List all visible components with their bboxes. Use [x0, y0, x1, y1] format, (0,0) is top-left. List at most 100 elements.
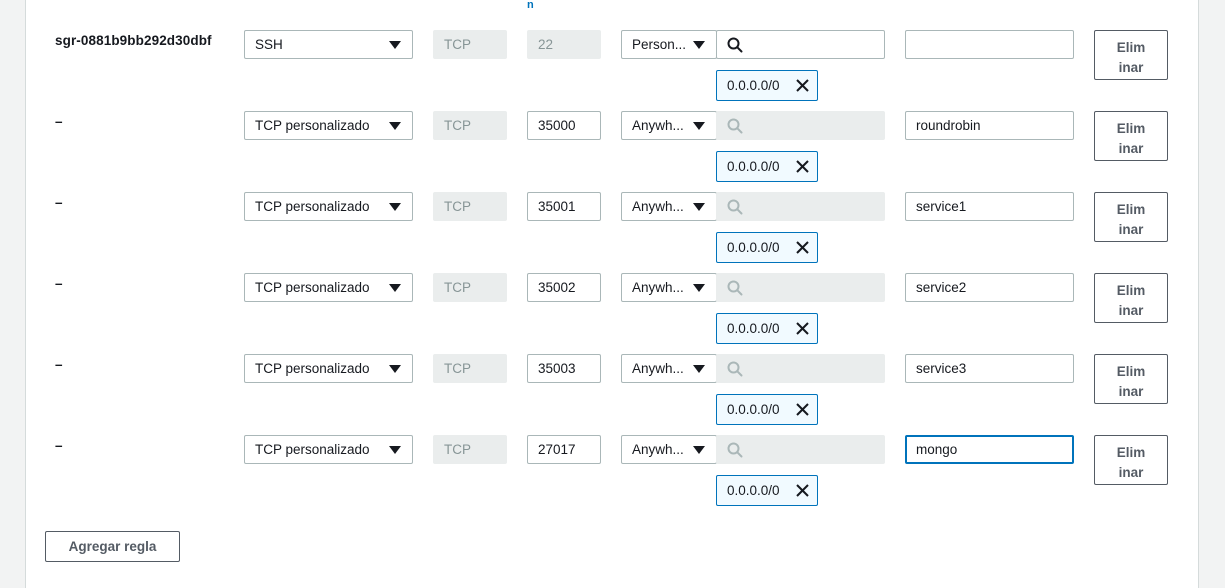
delete-label-line1: Elim	[1116, 445, 1146, 460]
rule-row: – TCP personalizado TCP 35001 Anywh... 0…	[0, 192, 1225, 273]
protocol-field: TCP	[433, 192, 507, 221]
search-icon	[727, 442, 743, 458]
caret-down-icon	[693, 365, 705, 373]
delete-label-line2: inar	[1118, 60, 1144, 75]
port-range-input[interactable]: 35003	[527, 354, 601, 383]
delete-label-line1: Elim	[1116, 121, 1146, 136]
rule-type-value: TCP personalizado	[255, 118, 370, 133]
source-cidr-search-input	[716, 192, 885, 221]
rule-type-select[interactable]: SSH	[244, 30, 413, 59]
caret-down-icon	[389, 446, 401, 454]
source-type-select[interactable]: Anywh...	[621, 111, 717, 140]
rule-row: – TCP personalizado TCP 35000 Anywh... 0…	[0, 111, 1225, 192]
cidr-token: 0.0.0.0/0	[716, 313, 818, 344]
caret-down-icon	[693, 41, 705, 49]
source-type-select[interactable]: Anywh...	[621, 435, 717, 464]
caret-down-icon	[693, 284, 705, 292]
search-icon	[727, 118, 743, 134]
rule-type-value: TCP personalizado	[255, 361, 370, 376]
source-type-select[interactable]: Anywh...	[621, 192, 717, 221]
source-cidr-search-input[interactable]	[716, 30, 885, 59]
port-range-input[interactable]: 35001	[527, 192, 601, 221]
port-range-input[interactable]: 27017	[527, 435, 601, 464]
caret-down-icon	[389, 122, 401, 130]
description-input[interactable]: roundrobin	[905, 111, 1074, 140]
rule-type-value: TCP personalizado	[255, 280, 370, 295]
caret-down-icon	[389, 284, 401, 292]
description-input[interactable]	[905, 30, 1074, 59]
delete-label-line2: inar	[1118, 141, 1144, 156]
source-type-select[interactable]: Anywh...	[621, 273, 717, 302]
cidr-token-label: 0.0.0.0/0	[727, 159, 780, 174]
delete-label-line2: inar	[1118, 465, 1144, 480]
close-icon[interactable]	[795, 78, 810, 93]
description-input[interactable]: mongo	[905, 435, 1074, 464]
close-icon[interactable]	[795, 240, 810, 255]
security-group-rule-id: sgr-0881b9bb292d30dbf	[55, 33, 212, 48]
close-icon[interactable]	[795, 159, 810, 174]
delete-rule-button[interactable]: Elim inar	[1094, 435, 1168, 485]
protocol-field: TCP	[433, 354, 507, 383]
delete-rule-button[interactable]: Elim inar	[1094, 273, 1168, 323]
rule-type-select[interactable]: TCP personalizado	[244, 111, 413, 140]
close-icon[interactable]	[795, 483, 810, 498]
source-type-value: Anywh...	[632, 199, 684, 214]
source-type-select[interactable]: Person...	[621, 30, 717, 59]
description-input[interactable]: service1	[905, 192, 1074, 221]
delete-rule-button[interactable]: Elim inar	[1094, 192, 1168, 242]
add-rule-button[interactable]: Agregar regla	[45, 531, 180, 562]
port-range-field: 22	[527, 30, 601, 59]
search-icon	[727, 199, 743, 215]
source-type-value: Anywh...	[632, 280, 684, 295]
protocol-field: TCP	[433, 273, 507, 302]
delete-label-line1: Elim	[1116, 283, 1146, 298]
cidr-token-label: 0.0.0.0/0	[727, 483, 780, 498]
caret-down-icon	[389, 203, 401, 211]
cidr-token: 0.0.0.0/0	[716, 394, 818, 425]
column-header-fragment: n	[527, 0, 534, 11]
delete-rule-button[interactable]: Elim inar	[1094, 30, 1168, 80]
description-input[interactable]: service3	[905, 354, 1074, 383]
rule-type-value: SSH	[255, 37, 283, 52]
security-group-rule-id: –	[55, 357, 63, 372]
source-type-select[interactable]: Anywh...	[621, 354, 717, 383]
rule-row: – TCP personalizado TCP 35002 Anywh... 0…	[0, 273, 1225, 354]
protocol-field: TCP	[433, 30, 507, 59]
rule-row: sgr-0881b9bb292d30dbf SSH TCP 22 Person.…	[0, 30, 1225, 111]
caret-down-icon	[693, 122, 705, 130]
port-range-input[interactable]: 35000	[527, 111, 601, 140]
cidr-token: 0.0.0.0/0	[716, 475, 818, 506]
cidr-token-label: 0.0.0.0/0	[727, 78, 780, 93]
search-icon	[727, 37, 743, 53]
delete-rule-button[interactable]: Elim inar	[1094, 354, 1168, 404]
delete-label-line2: inar	[1118, 222, 1144, 237]
delete-rule-button[interactable]: Elim inar	[1094, 111, 1168, 161]
rule-type-select[interactable]: TCP personalizado	[244, 192, 413, 221]
close-icon[interactable]	[795, 321, 810, 336]
security-group-rule-id: –	[55, 114, 63, 129]
description-input[interactable]: service2	[905, 273, 1074, 302]
source-cidr-search-input	[716, 273, 885, 302]
cidr-token-label: 0.0.0.0/0	[727, 240, 780, 255]
rule-type-select[interactable]: TCP personalizado	[244, 435, 413, 464]
delete-label-line1: Elim	[1116, 364, 1146, 379]
rule-type-select[interactable]: TCP personalizado	[244, 354, 413, 383]
security-group-rule-id: –	[55, 276, 63, 291]
protocol-field: TCP	[433, 435, 507, 464]
rule-type-value: TCP personalizado	[255, 442, 370, 457]
source-cidr-search-input	[716, 354, 885, 383]
close-icon[interactable]	[795, 402, 810, 417]
delete-label-line1: Elim	[1116, 202, 1146, 217]
cidr-token-label: 0.0.0.0/0	[727, 402, 780, 417]
caret-down-icon	[693, 446, 705, 454]
search-icon	[727, 280, 743, 296]
port-range-input[interactable]: 35002	[527, 273, 601, 302]
source-cidr-search-input	[716, 111, 885, 140]
rule-row: – TCP personalizado TCP 35003 Anywh... 0…	[0, 354, 1225, 435]
source-cidr-search-input	[716, 435, 885, 464]
rule-type-select[interactable]: TCP personalizado	[244, 273, 413, 302]
source-type-value: Anywh...	[632, 361, 684, 376]
rule-type-value: TCP personalizado	[255, 199, 370, 214]
security-group-rule-id: –	[55, 438, 63, 453]
cidr-token-label: 0.0.0.0/0	[727, 321, 780, 336]
